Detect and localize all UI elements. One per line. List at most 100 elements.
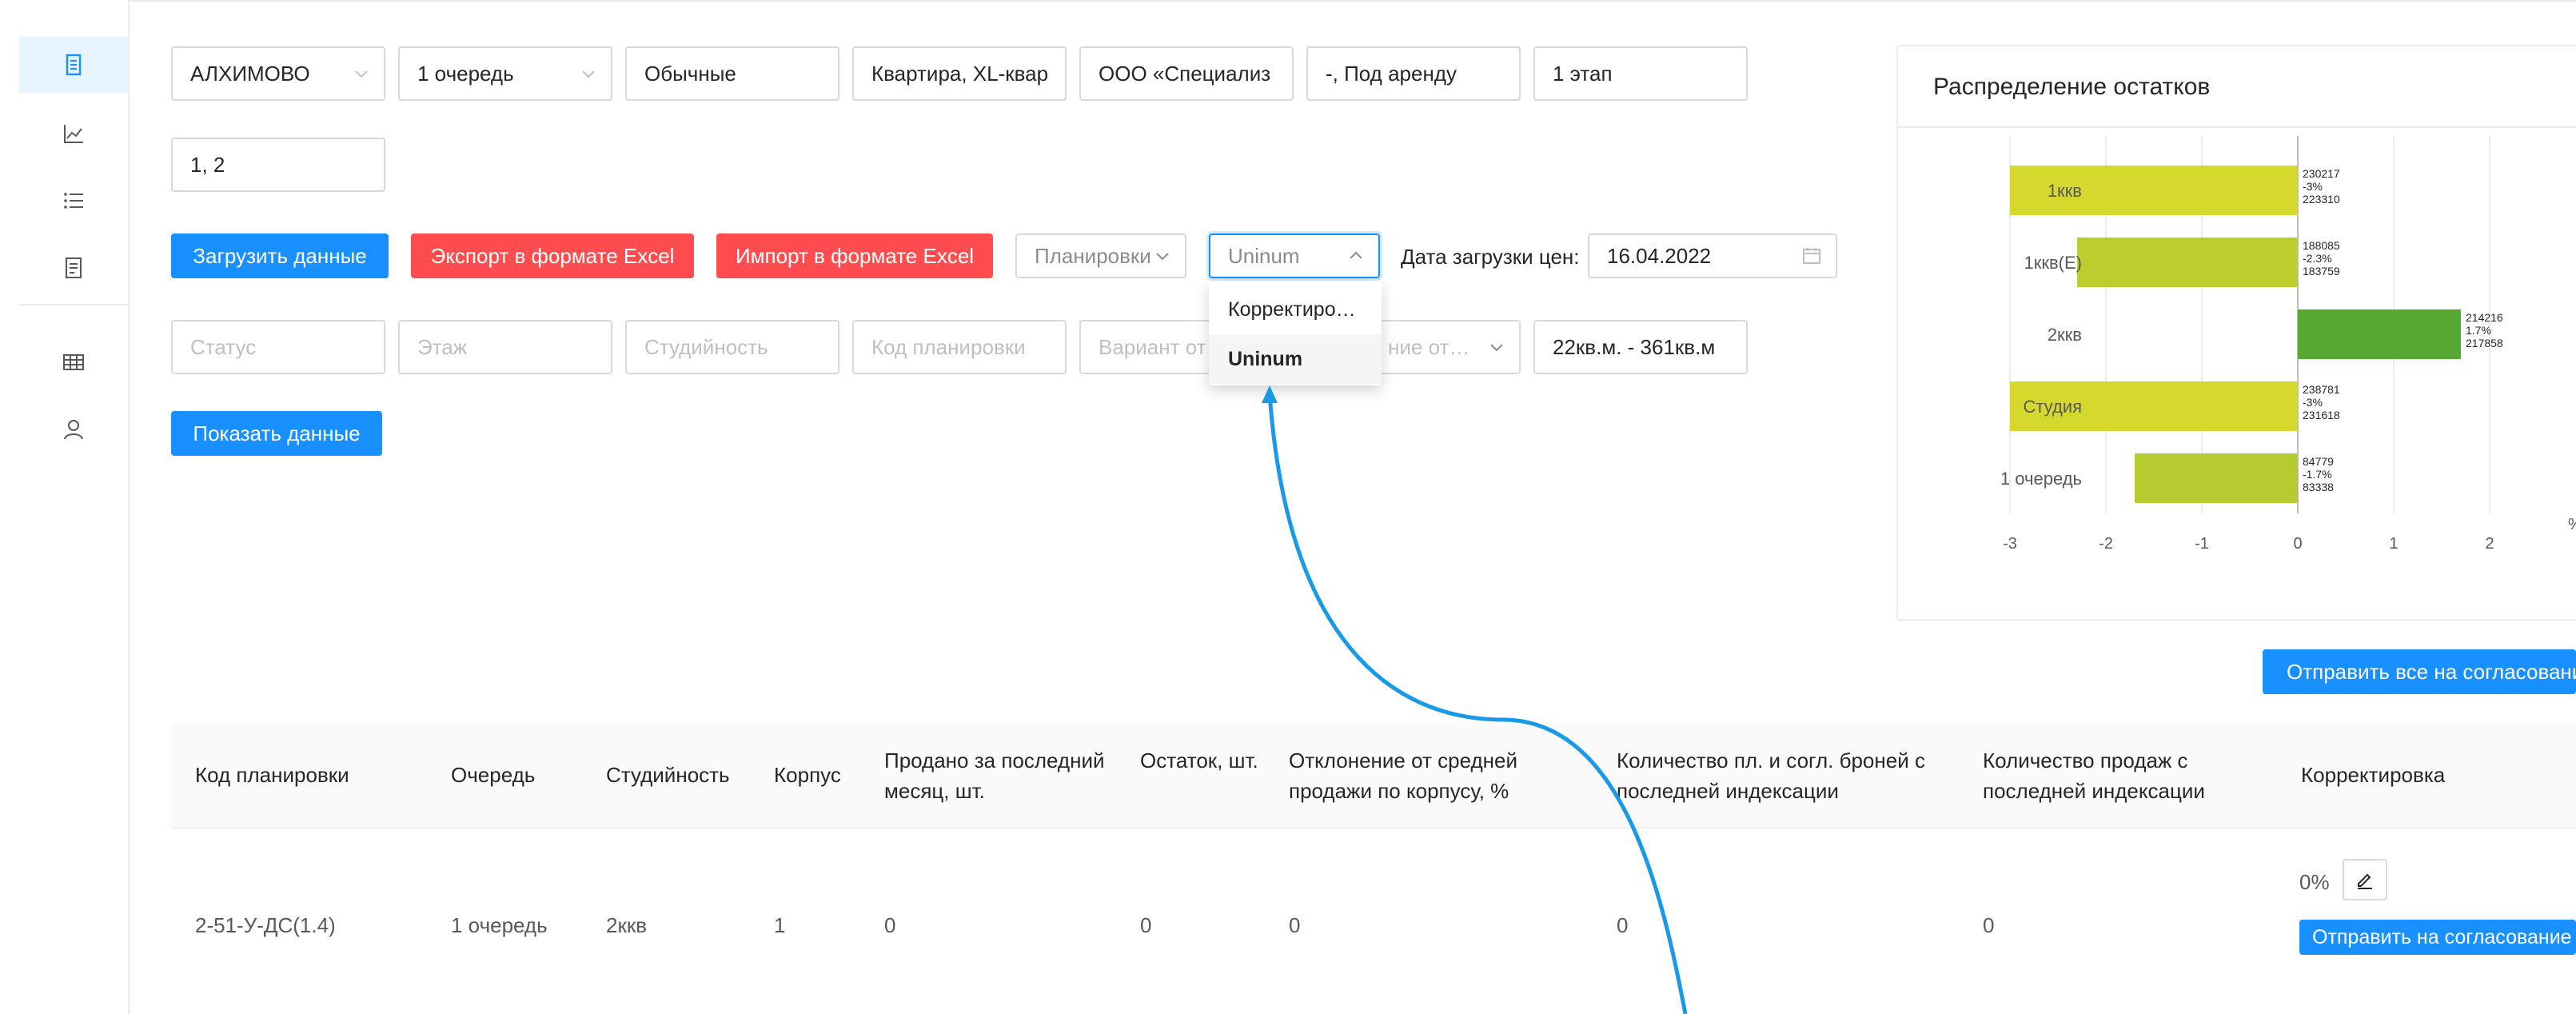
send-to-approval-button[interactable]: Отправить на согласование (2299, 920, 2576, 955)
area-range-field[interactable]: 22кв.м. - 361кв.м (1533, 320, 1748, 374)
sidebar-item-list[interactable] (19, 173, 128, 229)
import-excel-button[interactable]: Импорт в формате Excel (716, 234, 993, 278)
sidebar-divider (19, 304, 128, 305)
table-icon (63, 354, 84, 370)
queue-select-value: 1 очередь (417, 62, 514, 86)
layouts-select-value: Планировки (1035, 244, 1151, 268)
data-label: 231618 (2303, 409, 2340, 421)
deviation-placeholder: ние от… (1388, 335, 1470, 359)
col-header-queue: Очередь (451, 763, 536, 787)
data-label: -3% (2303, 180, 2323, 193)
price-date-picker[interactable]: 16.04.2022 (1588, 234, 1837, 278)
stage-field-value: 1 этап (1553, 62, 1613, 86)
cell-deviation: 0 (1289, 913, 1301, 937)
project-select[interactable]: АЛХИМОВО (171, 46, 385, 101)
layout-code-input[interactable]: Код планировки (852, 320, 1067, 374)
studio-placeholder: Студийность (644, 335, 768, 359)
distribution-chart: -3-2-1012%1ккв230217-3%2233101ккв(Е)1880… (2000, 136, 2576, 553)
col-header-deviation: Отклонение от средней продажи по корпусу… (1289, 749, 1517, 803)
x-tick-label: -1 (2195, 535, 2209, 553)
data-label: -3% (2303, 396, 2323, 409)
sidebar-item-analytics[interactable] (19, 106, 128, 162)
building-field[interactable]: 1, 2 (171, 138, 385, 192)
show-data-button[interactable]: Показать данные (171, 411, 382, 456)
studio-input[interactable]: Студийность (625, 320, 839, 374)
cell-sold-last-month: 0 (884, 913, 896, 937)
property-type-field[interactable]: Квартира, XL-квар (852, 46, 1067, 101)
chevron-down-icon (1490, 344, 1503, 352)
dropdown-option-uninum[interactable]: Uninum (1209, 334, 1382, 384)
line-chart-icon (64, 125, 83, 143)
sidebar-item-user[interactable] (19, 401, 128, 457)
col-header-sold-last-month: Продано за последний месяц, шт. (884, 749, 1105, 803)
x-tick-label: 2 (2485, 535, 2494, 553)
source-select-value: Uninum (1228, 244, 1300, 268)
category-label: Студия (2023, 397, 2082, 417)
category-label: 2ккв (2048, 325, 2082, 345)
card-title: Распределение остатков (1933, 74, 2211, 100)
developer-field[interactable]: ООО «Специализ (1079, 46, 1294, 101)
table-header: Код планировки Очередь Студийность Корпу… (171, 723, 2576, 828)
top-divider (0, 0, 2576, 2)
user-icon (64, 420, 83, 440)
send-all-button[interactable]: Отправить все на согласование (2263, 649, 2576, 694)
col-header-building: Корпус (774, 763, 841, 787)
source-select[interactable]: Uninum (1209, 234, 1380, 278)
sidebar-item-table[interactable] (19, 334, 128, 390)
data-label: -1.7% (2303, 468, 2332, 481)
col-header-remaining: Остаток, шт. (1140, 749, 1258, 772)
sidebar-item-documents[interactable] (19, 37, 128, 93)
col-header-bookings: Количество пл. и согл. броней с последне… (1617, 749, 1925, 803)
sidebar-item-reports[interactable] (19, 240, 128, 296)
x-unit-label: % (2568, 516, 2576, 533)
cell-correction-value: 0% (2299, 870, 2330, 894)
cell-sales: 0 (1983, 913, 1995, 937)
status-input[interactable]: Статус (171, 320, 385, 374)
dropdown-option-correction[interactable]: Корректиро… (1209, 285, 1382, 334)
status-placeholder: Статус (190, 335, 257, 359)
property-type-field-value: Квартира, XL-квар (871, 62, 1049, 86)
load-data-button[interactable]: Загрузить данные (171, 234, 389, 278)
chevron-down-icon (1156, 253, 1169, 261)
data-label: 214216 (2466, 311, 2503, 324)
x-tick-label: -3 (2003, 535, 2017, 553)
data-label: 84779 (2303, 455, 2334, 468)
cell-layout-code: 2-51-У-ДС(1.4) (195, 913, 336, 937)
document-icon (66, 54, 82, 76)
queue-select[interactable]: 1 очередь (398, 46, 612, 101)
col-header-correction: Корректировка (2301, 763, 2446, 787)
cell-queue: 1 очередь (451, 913, 548, 937)
x-tick-label: 0 (2293, 535, 2302, 553)
bar (2298, 309, 2461, 359)
category-label: 1ккв(Е) (2024, 253, 2083, 273)
list-icon (64, 193, 83, 209)
sidebar (0, 0, 130, 1014)
building-field-value: 1, 2 (190, 153, 225, 177)
edit-correction-button[interactable] (2343, 859, 2387, 900)
bar (2135, 453, 2298, 503)
col-header-sales: Количество продаж с последней индексации (1983, 749, 2205, 803)
export-excel-button[interactable]: Экспорт в формате Excel (411, 234, 694, 278)
area-range-value: 22кв.м. - 361кв.м (1553, 335, 1716, 359)
bar (2077, 238, 2298, 287)
data-label: 217858 (2466, 337, 2503, 349)
distribution-card: Распределение остатков -3 -2 -1 0 1 2% 1ккв 230… (1896, 45, 2576, 621)
data-label: -2.3% (2303, 252, 2332, 265)
layouts-select[interactable]: Планировки (1015, 234, 1186, 278)
purpose-field[interactable]: -, Под аренду (1306, 46, 1521, 101)
cell-building: 1 (774, 913, 786, 937)
calendar-icon (1803, 248, 1820, 264)
cell-bookings: 0 (1617, 913, 1629, 937)
data-label: 183759 (2303, 265, 2340, 277)
floor-input[interactable]: Этаж (398, 320, 612, 374)
stage-field[interactable]: 1 этап (1533, 46, 1748, 101)
category-label: 1 очередь (2000, 469, 2082, 489)
purpose-field-value: -, Под аренду (1326, 62, 1457, 86)
x-tick-label: -2 (2099, 535, 2113, 553)
data-label: 83338 (2303, 481, 2334, 493)
edit-icon (2358, 873, 2372, 889)
cell-remaining: 0 (1140, 913, 1152, 937)
type-field-value: Обычные (644, 62, 736, 86)
type-field[interactable]: Обычные (625, 46, 839, 101)
data-label: 238781 (2303, 383, 2340, 396)
